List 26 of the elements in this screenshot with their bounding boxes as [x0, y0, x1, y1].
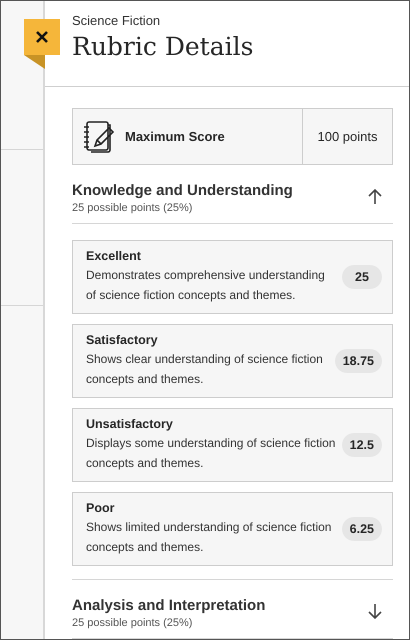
level-name: Satisfactory [86, 332, 159, 349]
close-button[interactable] [24, 19, 60, 55]
level-description: Shows limited understanding of science fiction concepts and themes. [86, 519, 332, 556]
level-description: Displays some understanding of science fiction concepts and themes. [86, 435, 336, 472]
level-description: Demonstrates comprehensive understanding of science fiction concepts and themes. [86, 267, 326, 304]
panel-title: Rubric Details [72, 32, 254, 61]
criterion-name: Knowledge and Understanding [72, 182, 293, 199]
level-name: Unsatisfactory [86, 416, 174, 433]
level-description: Shows clear understanding of science fiction concepts and themes. [86, 351, 324, 388]
ribbon-fold-icon [24, 55, 45, 69]
level-name: Poor [86, 500, 116, 517]
level-score: 18.75 [334, 348, 382, 372]
course-name: Science Fiction [72, 13, 162, 28]
level-name: Excellent [86, 248, 142, 265]
level-score: 6.25 [342, 516, 382, 540]
close-icon [35, 30, 49, 44]
maximum-score-value: 100 points [316, 128, 378, 146]
level-score: 12.5 [342, 432, 382, 456]
criterion-points: 25 possible points (25%) [72, 617, 194, 629]
criterion-name: Analysis and Interpretation [72, 597, 266, 614]
arrow-up-icon [367, 188, 383, 205]
level-score: 25 [342, 264, 382, 288]
criterion-points: 25 possible points (25%) [72, 202, 194, 214]
maximum-score-label: Maximum Score [125, 129, 225, 144]
arrow-down-icon [367, 603, 383, 620]
notebook-pencil-icon [83, 120, 115, 154]
